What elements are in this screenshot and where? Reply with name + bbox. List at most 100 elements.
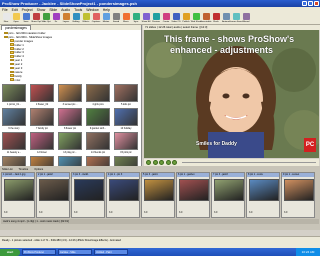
preview-photo[interactable]: This frame - shows ProShow's enhanced - … [144,30,319,158]
menu-file[interactable]: File [2,8,8,12]
thumbnail-image [30,108,54,126]
image-thumbnail[interactable]: 12 flower [29,132,55,156]
maximize-button[interactable] [308,1,313,6]
menu-edit[interactable]: Edit [12,8,18,12]
toolbar-button[interactable]: Video CD [171,13,181,23]
toolbar-button[interactable]: Wizard [242,13,250,23]
menu-window[interactable]: Window [86,8,98,12]
toolbar-button[interactable]: Motion [102,13,110,23]
image-thumbnail[interactable]: 6 the story [1,108,27,132]
close-button[interactable] [314,1,319,6]
toolbar-button[interactable]: Preview [152,13,160,23]
folder-icon [10,70,14,74]
start-button[interactable]: start [0,248,20,256]
slide-list: Slide List Timeline Options 1 picnic1 - … [0,166,320,230]
slide-item[interactable]: 1 picnic1 - Jack 1.jpg 3.0 [1,172,35,218]
menu-audio[interactable]: Audio [61,8,70,12]
slide-title: 9 pic 1 - sunset [282,173,314,177]
image-thumbnail[interactable]: 11 beauty e... [1,132,27,156]
slide-item[interactable]: 2 pic 1 - jack2 3.0 [36,172,70,218]
toolbar-button[interactable]: Web Show [191,13,201,23]
toolbar-label: Fx [54,20,58,23]
play-icon[interactable] [146,160,151,165]
toolbar-button[interactable]: Screen Saver [229,13,243,23]
toolbar-label: Video CD [171,20,181,23]
image-thumbnail[interactable]: 14 friends pic [85,132,111,156]
image-thumbnail[interactable]: 8 flower pic [57,108,83,132]
toolbar-button[interactable]: Save [22,13,30,23]
toolbar-button[interactable]: Sync [132,13,140,23]
playback-slider[interactable] [181,161,316,164]
image-thumbnail[interactable]: 15 pink pic [113,132,139,156]
toolbar-button[interactable]: Create [162,13,170,23]
slide-duration: 3.0 [284,211,288,214]
image-thumbnail[interactable]: 4 girls pics [85,84,111,108]
toolbar-label: Publish [182,20,190,23]
menu-project[interactable]: Project [22,8,33,12]
toolbar-button[interactable]: Publish [182,13,190,23]
menu-show[interactable]: Show [37,8,46,12]
options-tab[interactable]: Options [34,168,43,171]
slide-item[interactable]: 6 pic 1 - garden 3.0 [176,172,210,218]
slide-list-tab[interactable]: Slide List [2,168,13,171]
next-icon[interactable] [172,160,177,165]
toolbar-button[interactable]: Slide Opt [42,13,51,23]
toolbar-icon [172,13,180,20]
slide-item[interactable]: 8 pic 1 - snow 3.0 [246,172,280,218]
toolbar-button[interactable]: New [2,13,10,23]
toolbar-label: Show Opt [31,20,41,23]
thumbnail-image [86,108,110,126]
slide-item[interactable]: 3 pic 3 - Jack1 3.0 [71,172,105,218]
image-thumbnail[interactable]: 13 play pic... [57,132,83,156]
toolbar-button[interactable]: Editing [72,13,80,23]
toolbar-button[interactable]: Open [12,13,20,23]
tree-item[interactable]: misc [2,78,140,82]
toolbar-button[interactable]: Show Opt [31,13,41,23]
toolbar-button[interactable]: Music [122,13,130,23]
image-thumbnail[interactable]: 1 flower_02 [29,84,55,108]
taskbar-item[interactable]: Jacklee - Slide [58,249,92,255]
taskbar-item[interactable]: Untitled - Paint [94,249,128,255]
menu-tools[interactable]: Tools [74,8,82,12]
image-thumbnail[interactable]: 9 garden with... [85,108,111,132]
image-thumbnail[interactable]: 3 sunset pic... [57,84,83,108]
toolbar-button[interactable]: Sound [112,13,120,23]
toolbar-label: Sound [112,20,120,23]
toolbar-button[interactable]: Fx [52,13,60,23]
menu-slide[interactable]: Slide [49,8,57,12]
slide-title: 1 picnic1 - Jack 1.jpg [2,173,34,177]
menu-help[interactable]: Help [103,8,110,12]
audio-track[interactable]: Jack's song 4.mp3 - [1 clip] | 1 - cool … [1,219,319,224]
pause-icon[interactable] [152,160,158,165]
image-thumbnail[interactable]: 5 kids pic [113,84,139,108]
toolbar-button[interactable]: Captions [92,13,100,23]
toolbar-icon [182,13,190,20]
toolbar-button[interactable]: Flash [212,13,220,23]
toolbar-button[interactable]: Show Eff [142,13,150,23]
slide-item[interactable]: 9 pic 1 - sunset 3.0 [281,172,315,218]
timeline-tab[interactable]: Timeline [19,168,29,171]
thumbnail-image [30,84,54,102]
slide-item[interactable]: 5 pic 3 - jack1 3.0 [141,172,175,218]
slide-thumbnail [214,179,244,201]
slide-item[interactable]: 4 pic 1 - pic 3 3.0 [106,172,140,218]
minimize-button[interactable] [302,1,307,6]
slide-thumbnail [39,179,69,201]
slide-item[interactable]: 7 pic 3 - jack3 3.0 [211,172,245,218]
thumbnail-image [114,84,138,102]
stop-icon[interactable] [159,160,164,165]
toolbar-button[interactable]: Effects [82,13,90,23]
toolbar-button[interactable]: Layers [62,13,70,23]
folder-tabs: pondersimages [0,25,141,30]
toolbar-label: Layers [62,20,70,23]
folder-icon [10,43,14,46]
image-thumbnail[interactable]: 1 picnic_01... [1,84,27,108]
thumbnail-caption: 15 pink pic [120,150,132,154]
taskbar-item[interactable]: ProShow Producer [22,249,56,255]
clock: 10:24 AM [296,248,320,256]
previous-icon[interactable] [165,160,171,165]
image-thumbnail[interactable]: 7 family pic [29,108,55,132]
image-thumbnail[interactable]: 10 holiday [113,108,139,132]
toolbar-button[interactable]: Executable [201,13,211,23]
tab-folder[interactable]: pondersimages [1,25,31,30]
